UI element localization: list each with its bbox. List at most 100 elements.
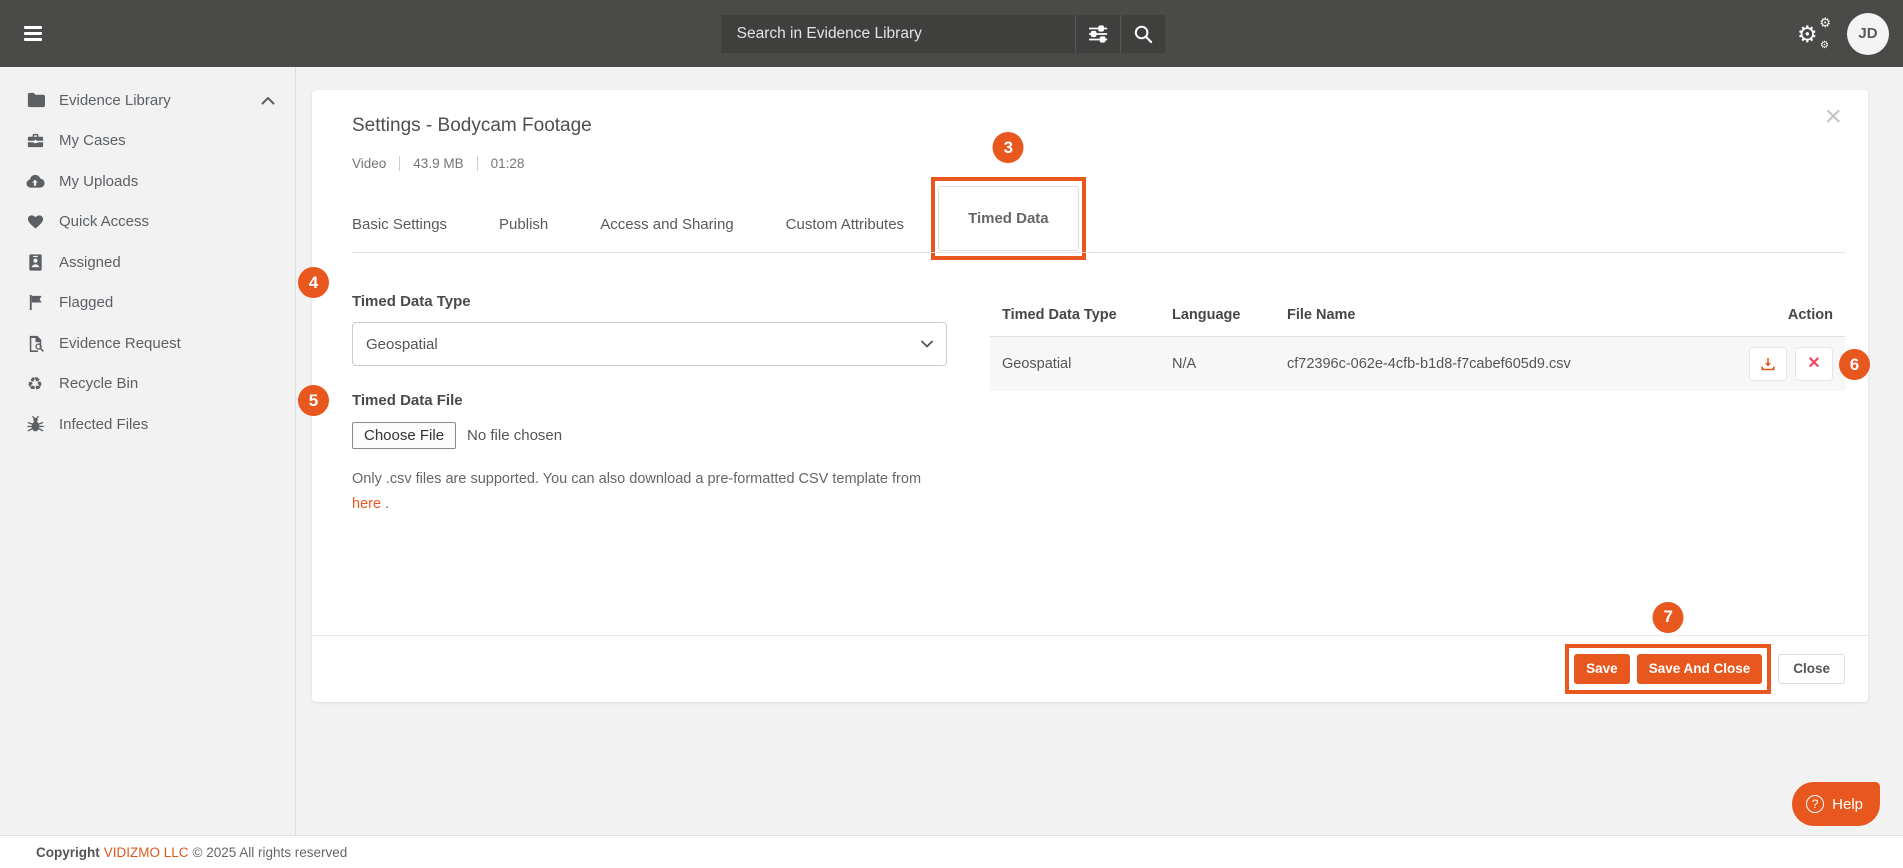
page-footer: Copyright VIDIZMO LLC © 2025 All rights … bbox=[0, 835, 1903, 868]
timed-data-table-wrap: Timed Data Type Language File Name Actio… bbox=[990, 293, 1845, 635]
media-meta: Video 43.9 MB 01:28 bbox=[352, 156, 524, 171]
annotation-badge-4: 4 bbox=[298, 267, 329, 298]
dialog-footer: 7 Save Save And Close Close bbox=[312, 635, 1868, 702]
csv-template-link[interactable]: here bbox=[352, 496, 381, 512]
search-button[interactable] bbox=[1121, 15, 1165, 53]
annotation-box-timed-data-tab: 3 Timed Data bbox=[931, 177, 1086, 260]
global-search bbox=[721, 15, 1165, 53]
filter-button[interactable] bbox=[1076, 15, 1120, 53]
cell-action: ✕ bbox=[1725, 337, 1845, 392]
sidebar: Evidence Library My Cases My Uploads Qui… bbox=[0, 67, 296, 835]
divider bbox=[477, 156, 478, 171]
close-icon[interactable]: × bbox=[1824, 102, 1842, 132]
hamburger-menu-icon[interactable] bbox=[24, 23, 42, 44]
rights-text: © 2025 All rights reserved bbox=[193, 845, 348, 860]
download-button[interactable] bbox=[1749, 347, 1787, 381]
sidebar-item-label: Flagged bbox=[59, 294, 113, 311]
col-header-action: Action bbox=[1725, 293, 1845, 337]
cloud-upload-icon bbox=[25, 171, 45, 191]
main-area: Settings - Bodycam Footage × Video 43.9 … bbox=[296, 67, 1903, 835]
col-header-file-name: File Name bbox=[1275, 293, 1725, 337]
timed-data-type-select-wrap: Geospatial bbox=[352, 322, 947, 366]
table-header-row: Timed Data Type Language File Name Actio… bbox=[990, 293, 1845, 337]
search-icon bbox=[1133, 24, 1153, 44]
annotation-badge-3: 3 bbox=[993, 132, 1024, 163]
timed-data-table: Timed Data Type Language File Name Actio… bbox=[990, 293, 1845, 391]
sidebar-item-label: My Uploads bbox=[59, 173, 138, 190]
hint-text-end: . bbox=[385, 496, 389, 512]
filter-sliders-icon bbox=[1088, 25, 1108, 43]
cell-language: N/A bbox=[1160, 337, 1275, 392]
x-icon: ✕ bbox=[1807, 356, 1820, 372]
briefcase-icon bbox=[25, 131, 45, 151]
tab-timed-data[interactable]: Timed Data bbox=[938, 186, 1079, 251]
sidebar-item-infected-files[interactable]: Infected Files bbox=[0, 404, 295, 445]
sidebar-item-assigned[interactable]: Assigned bbox=[0, 242, 295, 283]
media-duration: 01:28 bbox=[491, 156, 525, 171]
sidebar-item-label: Quick Access bbox=[59, 213, 149, 230]
question-mark-icon: ? bbox=[1806, 795, 1824, 813]
timed-data-file-label: Timed Data File bbox=[352, 392, 947, 409]
sidebar-item-label: Evidence Library bbox=[59, 92, 171, 109]
page: ⚙⚙⚙ JD Evidence Library My Cases My Uplo… bbox=[0, 0, 1903, 868]
sidebar-item-flagged[interactable]: Flagged bbox=[0, 283, 295, 324]
sidebar-item-recycle-bin[interactable]: ♻ Recycle Bin bbox=[0, 364, 295, 405]
sidebar-item-evidence-request[interactable]: Evidence Request bbox=[0, 323, 295, 364]
id-badge-icon bbox=[25, 252, 45, 272]
table-row: Geospatial N/A cf72396c-062e-4cfb-b1d8-f… bbox=[990, 337, 1845, 392]
delete-row-button[interactable]: ✕ bbox=[1795, 347, 1833, 381]
col-header-type: Timed Data Type bbox=[990, 293, 1160, 337]
vidizmo-link[interactable]: VIDIZMO LLC bbox=[104, 845, 189, 860]
evidence-request-icon bbox=[25, 333, 45, 353]
annotation-badge-6: 6 bbox=[1839, 349, 1870, 380]
sidebar-item-my-cases[interactable]: My Cases bbox=[0, 121, 295, 162]
sidebar-item-evidence-library[interactable]: Evidence Library bbox=[0, 80, 295, 121]
col-header-language: Language bbox=[1160, 293, 1275, 337]
media-size: 43.9 MB bbox=[413, 156, 463, 171]
annotation-badge-5: 5 bbox=[298, 385, 329, 416]
sidebar-item-label: Evidence Request bbox=[59, 335, 181, 352]
tab-bar: Basic Settings Publish Access and Sharin… bbox=[352, 178, 1845, 260]
hint-text: Only .csv files are supported. You can a… bbox=[352, 471, 921, 487]
page-title: Settings - Bodycam Footage bbox=[352, 115, 592, 137]
sidebar-item-my-uploads[interactable]: My Uploads bbox=[0, 161, 295, 202]
tab-content: Timed Data Type Geospatial Timed Data Fi… bbox=[352, 253, 1845, 635]
topbar-right: ⚙⚙⚙ JD bbox=[1797, 13, 1889, 55]
copyright-label: Copyright bbox=[36, 845, 100, 860]
annotation-box-save-buttons: 7 Save Save And Close bbox=[1565, 644, 1771, 695]
settings-gears-icon[interactable]: ⚙⚙⚙ bbox=[1797, 17, 1831, 51]
sidebar-item-label: Assigned bbox=[59, 254, 121, 271]
cell-file-name: cf72396c-062e-4cfb-b1d8-f7cabef605d9.csv bbox=[1275, 337, 1725, 392]
annotation-badge-7: 7 bbox=[1653, 602, 1684, 633]
choose-file-button[interactable]: Choose File bbox=[352, 422, 456, 449]
folder-icon bbox=[25, 90, 45, 110]
help-button[interactable]: ? Help bbox=[1792, 782, 1880, 826]
search-input[interactable] bbox=[721, 15, 1075, 53]
sidebar-item-label: My Cases bbox=[59, 132, 126, 149]
bug-icon bbox=[25, 414, 45, 434]
help-label: Help bbox=[1832, 796, 1863, 813]
csv-hint-text: Only .csv files are supported. You can a… bbox=[352, 467, 944, 518]
chevron-up-icon[interactable] bbox=[261, 96, 275, 105]
media-type: Video bbox=[352, 156, 386, 171]
top-bar: ⚙⚙⚙ JD bbox=[0, 0, 1903, 67]
recycle-icon: ♻ bbox=[25, 374, 45, 394]
cell-type: Geospatial bbox=[990, 337, 1160, 392]
flag-icon bbox=[25, 293, 45, 313]
close-button[interactable]: Close bbox=[1778, 654, 1845, 685]
timed-data-type-label: Timed Data Type bbox=[352, 293, 947, 310]
divider bbox=[399, 156, 400, 171]
no-file-chosen-text: No file chosen bbox=[467, 427, 562, 444]
sidebar-item-label: Recycle Bin bbox=[59, 375, 138, 392]
file-input: Choose File No file chosen bbox=[352, 422, 947, 449]
save-and-close-button[interactable]: Save And Close bbox=[1637, 654, 1763, 685]
sidebar-item-quick-access[interactable]: Quick Access bbox=[0, 202, 295, 243]
heart-icon bbox=[25, 212, 45, 232]
sidebar-item-label: Infected Files bbox=[59, 416, 148, 433]
avatar[interactable]: JD bbox=[1847, 13, 1889, 55]
timed-data-form: Timed Data Type Geospatial Timed Data Fi… bbox=[352, 293, 947, 635]
download-icon bbox=[1760, 356, 1776, 372]
timed-data-type-select[interactable]: Geospatial bbox=[352, 322, 947, 366]
settings-dialog: Settings - Bodycam Footage × Video 43.9 … bbox=[312, 90, 1868, 702]
save-button[interactable]: Save bbox=[1574, 654, 1630, 685]
